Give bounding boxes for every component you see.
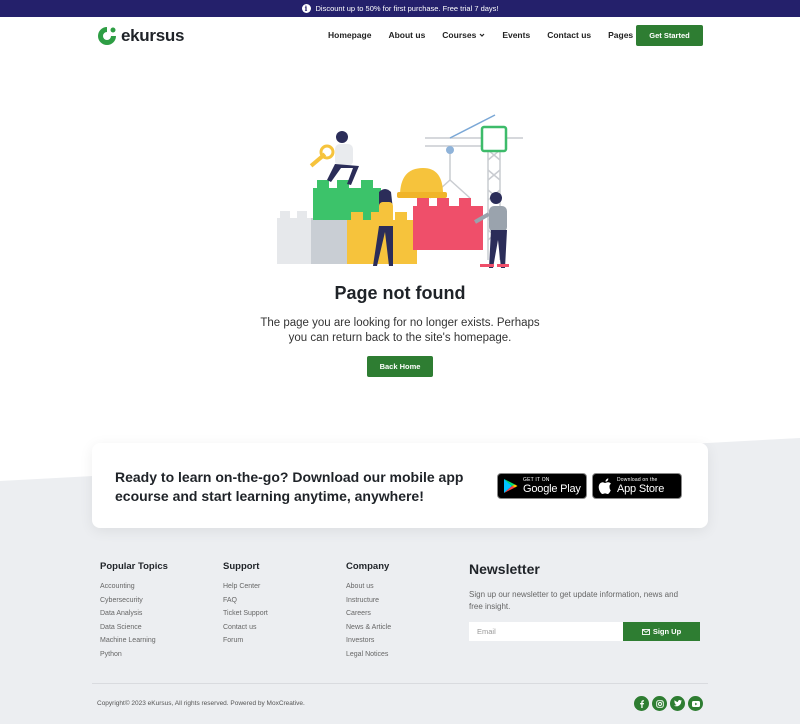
nav-item-courses[interactable]: Courses xyxy=(442,30,485,40)
logo[interactable]: ekursus xyxy=(96,25,184,47)
back-home-button[interactable]: Back Home xyxy=(367,356,433,377)
chevron-down-icon xyxy=(479,33,485,37)
nav-item-about-us[interactable]: About us xyxy=(388,30,425,40)
google-play-button[interactable]: GET IT ON Google Play xyxy=(497,473,587,499)
main-nav: Homepage About us Courses Events Contact… xyxy=(328,30,642,40)
page-description: The page you are looking for no longer e… xyxy=(260,317,540,344)
footer-link[interactable]: Machine Learning xyxy=(100,636,168,650)
page-title: Page not found xyxy=(334,283,466,303)
footer-link[interactable]: Data Analysis xyxy=(100,609,168,623)
nav-label: Homepage xyxy=(328,30,372,40)
app-store-big: App Store xyxy=(617,483,665,495)
footer-column-support: Support Help Center FAQ Ticket Support C… xyxy=(223,561,268,650)
app-promo-heading: Ready to learn on-the-go? Download our m… xyxy=(115,469,464,504)
lego-construction-illustration xyxy=(277,114,523,268)
google-play-big: Google Play xyxy=(523,483,581,495)
footer-column-title: Popular Topics xyxy=(100,561,168,572)
twitter-icon[interactable] xyxy=(670,696,685,711)
sign-up-button[interactable]: Sign Up xyxy=(623,622,700,641)
copyright-text: Copyright© 2023 eKursus, All rights rese… xyxy=(97,700,305,707)
footer-link[interactable]: Python xyxy=(100,650,168,664)
nav-item-homepage[interactable]: Homepage xyxy=(328,30,371,40)
nav-label: About us xyxy=(388,30,426,40)
announcement-text: Discount up to 50% for first purchase. F… xyxy=(315,4,499,13)
nav-label: Contact us xyxy=(547,30,592,40)
footer-divider xyxy=(92,683,708,684)
footer-column-title: Company xyxy=(346,561,390,572)
footer-link[interactable]: Careers xyxy=(346,609,391,623)
get-started-button[interactable]: Get Started xyxy=(636,25,703,46)
footer-column-title: Support xyxy=(223,561,260,572)
facebook-icon[interactable] xyxy=(634,696,649,711)
footer-column-company: Company About us Instructure Careers New… xyxy=(346,561,391,663)
footer-link[interactable]: FAQ xyxy=(223,596,268,610)
nav-item-events[interactable]: Events xyxy=(502,30,530,40)
newsletter-email-input[interactable] xyxy=(469,622,623,641)
app-promo-card: Ready to learn on-the-go? Download our m… xyxy=(92,443,708,528)
footer-column-popular-topics: Popular Topics Accounting Cybersecurity … xyxy=(100,561,168,663)
footer-link[interactable]: Help Center xyxy=(223,582,268,596)
footer-link[interactable]: About us xyxy=(346,582,391,596)
nav-label: Courses xyxy=(442,30,477,40)
newsletter-title: Newsletter xyxy=(469,561,540,577)
instagram-icon[interactable] xyxy=(652,696,667,711)
app-store-button[interactable]: Download on the App Store xyxy=(592,473,682,499)
footer-link[interactable]: News & Article xyxy=(346,623,391,637)
footer-link[interactable]: Forum xyxy=(223,636,268,650)
footer-link[interactable]: Data Science xyxy=(100,623,168,637)
footer-link[interactable]: Investors xyxy=(346,636,391,650)
logo-icon xyxy=(98,27,116,45)
footer-link[interactable]: Ticket Support xyxy=(223,609,268,623)
apple-icon xyxy=(598,478,611,494)
nav-label: Events xyxy=(502,30,531,40)
footer-link[interactable]: Legal Notices xyxy=(346,650,391,664)
logo-text: ekursus xyxy=(121,26,185,45)
footer-link[interactable]: Accounting xyxy=(100,582,168,596)
newsletter-text: Sign up our newsletter to get update inf… xyxy=(469,590,679,611)
nav-item-contact-us[interactable]: Contact us xyxy=(547,30,591,40)
nav-label: Pages xyxy=(608,30,634,40)
sign-up-label: Sign Up xyxy=(652,627,682,636)
social-links xyxy=(634,696,703,711)
footer-link[interactable]: Contact us xyxy=(223,623,268,637)
google-play-icon xyxy=(504,479,518,493)
youtube-icon[interactable] xyxy=(688,696,703,711)
footer-link[interactable]: Cybersecurity xyxy=(100,596,168,610)
announcement-bar: i Discount up to 50% for first purchase.… xyxy=(0,0,800,17)
footer-link[interactable]: Instructure xyxy=(346,596,391,610)
site-header: ekursus Homepage About us Courses Events… xyxy=(0,17,800,53)
info-icon: i xyxy=(301,4,311,13)
envelope-icon xyxy=(641,628,650,635)
